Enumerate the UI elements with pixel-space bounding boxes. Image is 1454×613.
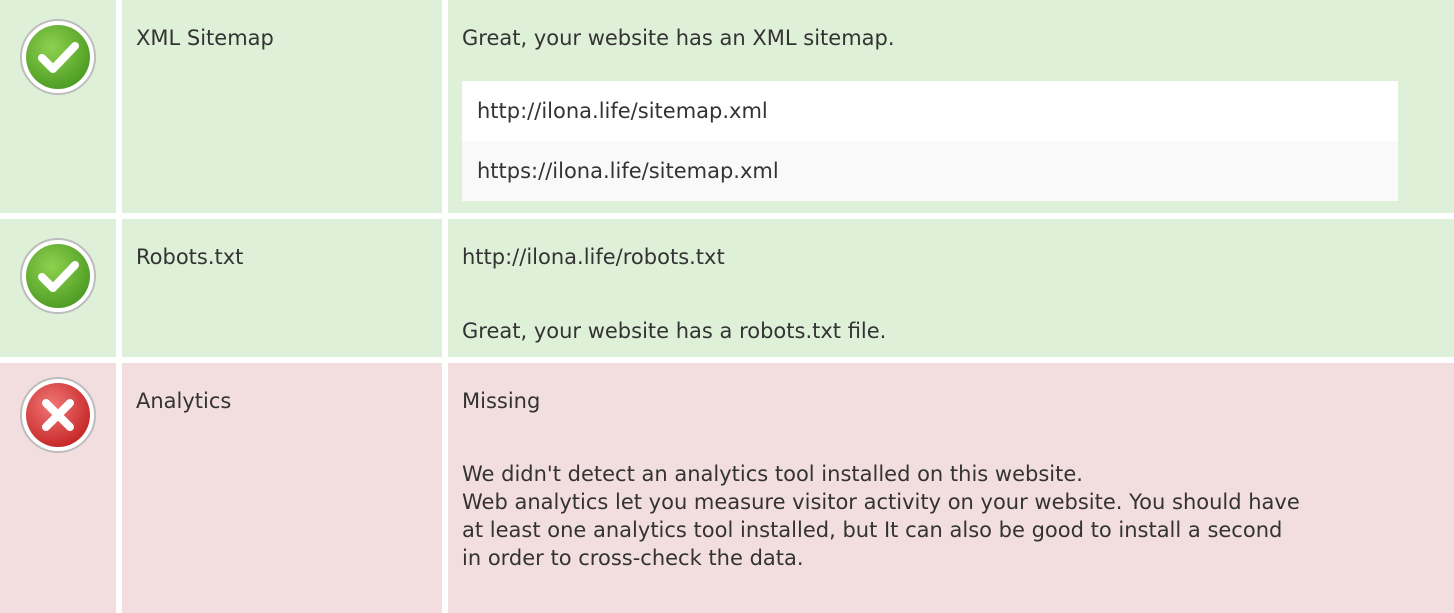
check-details: http://ilona.life/robots.txt Great, your… [448, 219, 1454, 357]
cross-icon [18, 375, 98, 455]
check-value: Missing [462, 389, 541, 413]
seo-report: XML Sitemap Great, your website has an X… [0, 0, 1454, 613]
check-name: Analytics [122, 363, 442, 613]
report-row-xml-sitemap: XML Sitemap Great, your website has an X… [0, 0, 1454, 213]
robots-url[interactable]: http://ilona.life/robots.txt [462, 243, 1454, 271]
check-details: Great, your website has an XML sitemap. … [448, 0, 1454, 213]
check-advice: Web analytics let you measure visitor ac… [462, 490, 1300, 570]
check-name: XML Sitemap [122, 0, 442, 213]
sitemap-link[interactable]: https://ilona.life/sitemap.xml [462, 141, 1398, 201]
report-row-robots-txt: Robots.txt http://ilona.life/robots.txt … [0, 219, 1454, 357]
check-message: Great, your website has a robots.txt fil… [462, 319, 887, 343]
check-message: Great, your website has an XML sitemap. [462, 26, 895, 50]
check-icon [18, 17, 98, 97]
check-message: We didn't detect an analytics tool insta… [462, 462, 1083, 486]
status-cell [0, 219, 116, 357]
check-icon [18, 236, 98, 316]
status-cell [0, 0, 116, 213]
status-cell [0, 363, 116, 613]
check-name: Robots.txt [122, 219, 442, 357]
sitemap-list: http://ilona.life/sitemap.xml https://il… [462, 81, 1398, 201]
check-details: Missing We didn't detect an analytics to… [448, 363, 1454, 613]
report-row-analytics: Analytics Missing We didn't detect an an… [0, 363, 1454, 613]
sitemap-link[interactable]: http://ilona.life/sitemap.xml [462, 81, 1398, 141]
